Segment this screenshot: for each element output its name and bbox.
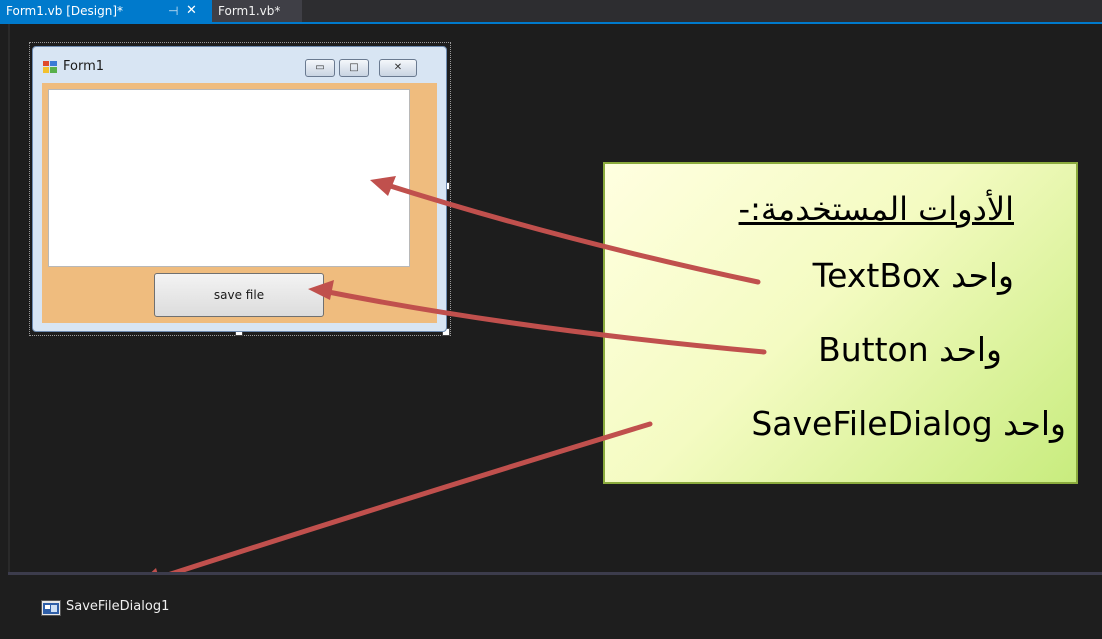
tab-form1-code[interactable]: Form1.vb* [212, 0, 302, 22]
callout-line-button: واحد Button [818, 330, 1002, 369]
callout-line-savefiledialog: واحد SaveFileDialog [751, 404, 1066, 443]
close-button[interactable]: ✕ [379, 59, 417, 77]
form-app-icon [43, 61, 57, 73]
callout-line-textbox: واحد TextBox [812, 256, 1014, 295]
callout-heading: الأدوات المستخدمة:- [738, 190, 1014, 228]
tab-form1-design-label: Form1.vb [Design]* [6, 4, 124, 18]
form1-window[interactable]: Form1 ▭ □ ✕ save file [32, 46, 447, 332]
textbox-control[interactable] [48, 89, 410, 267]
minimize-button[interactable]: ▭ [305, 59, 335, 77]
document-tab-bar: Form1.vb [Design]* ⊣ ✕ Form1.vb* [0, 0, 1102, 24]
close-tab-icon[interactable]: ✕ [186, 0, 197, 22]
savefiledialog-component-label[interactable]: SaveFileDialog1 [66, 599, 169, 614]
component-tray: SaveFileDialog1 [8, 572, 1102, 639]
save-file-button[interactable]: save file [154, 273, 324, 317]
tab-form1-design[interactable]: Form1.vb [Design]* ⊣ ✕ [0, 0, 212, 22]
tools-callout: الأدوات المستخدمة:- واحد TextBox واحد Bu… [603, 162, 1078, 484]
form-client-area: save file [42, 83, 437, 323]
maximize-button[interactable]: □ [339, 59, 369, 77]
tab-form1-code-label: Form1.vb* [218, 4, 281, 18]
form-title: Form1 [63, 59, 105, 74]
pin-icon[interactable]: ⊣ [168, 0, 178, 22]
savefiledialog-component-icon[interactable] [41, 600, 61, 616]
